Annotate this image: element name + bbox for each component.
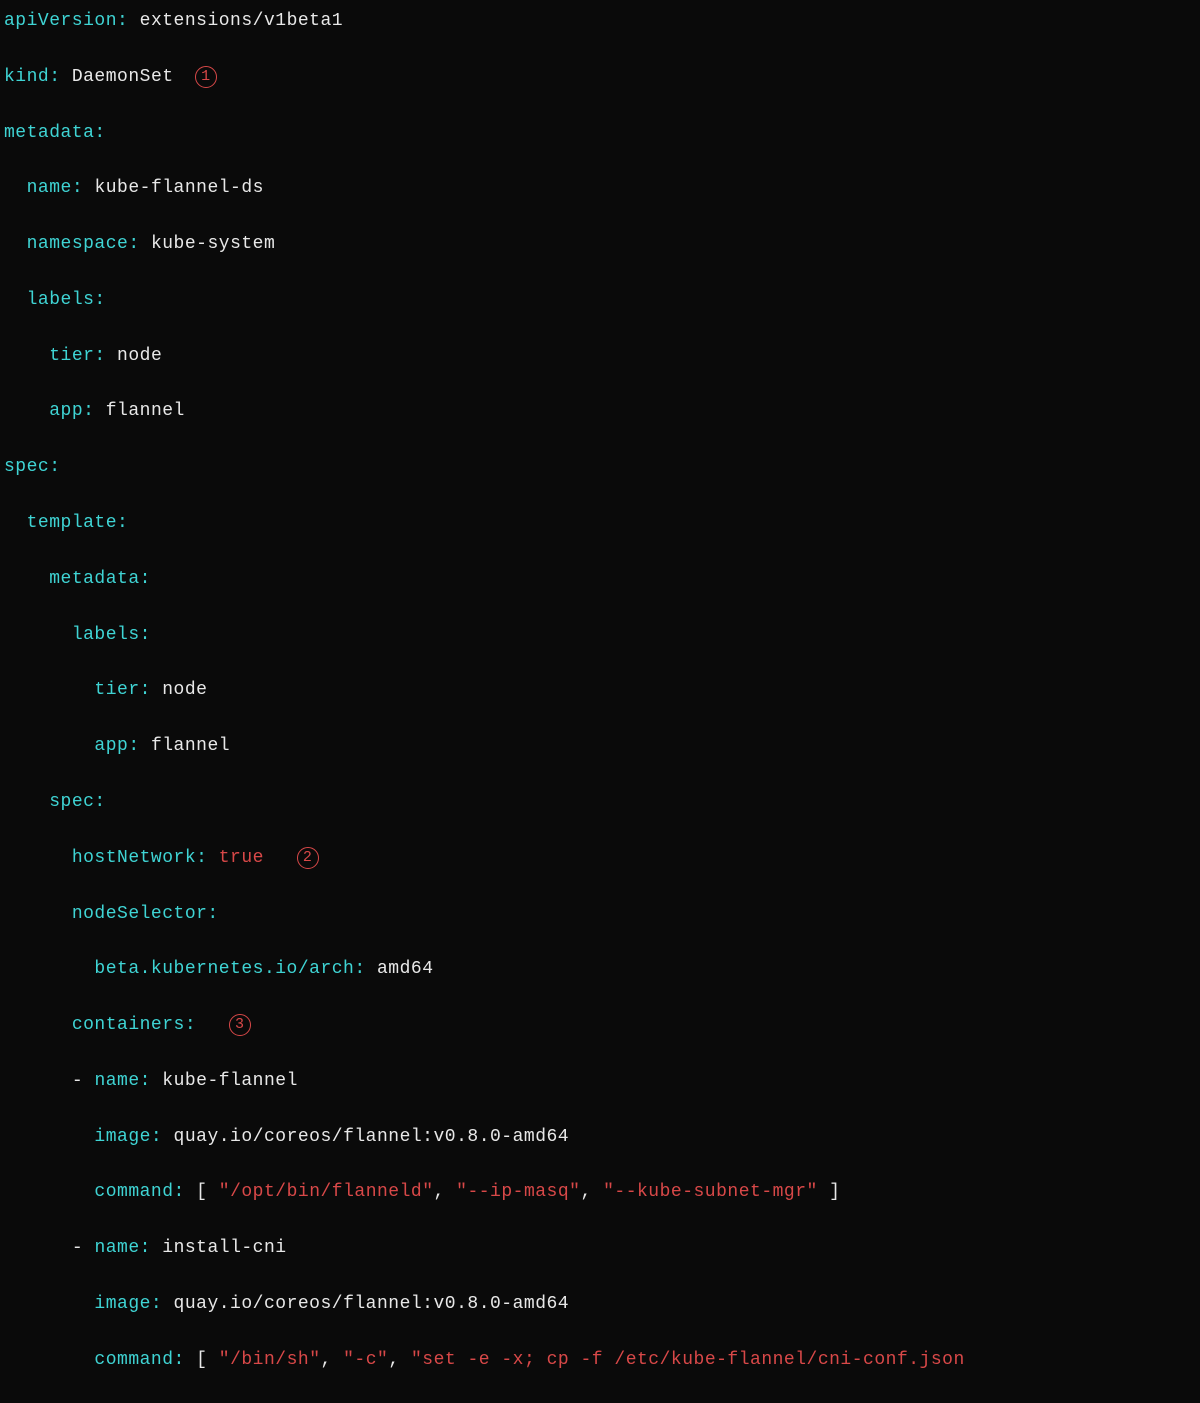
- key-kind: kind:: [4, 67, 61, 87]
- val-c2-name: install-cni: [162, 1238, 286, 1258]
- val-apiVersion: extensions/v1beta1: [140, 11, 343, 31]
- val-c1-image: quay.io/coreos/flannel:v0.8.0-amd64: [174, 1127, 570, 1147]
- list-dash: -: [72, 1071, 83, 1091]
- key-nodeSelector: nodeSelector:: [72, 904, 219, 924]
- key-template-app: app:: [94, 736, 139, 756]
- val-arch: amd64: [377, 959, 434, 979]
- key-template: template:: [27, 513, 129, 533]
- key-c2-command: command:: [94, 1350, 184, 1370]
- key-containers: containers:: [72, 1015, 196, 1035]
- yaml-code-block: apiVersion: extensions/v1beta1 kind: Dae…: [4, 8, 1196, 1403]
- c1-cmd-arg-2: "--kube-subnet-mgr": [603, 1182, 818, 1202]
- key-c1-command: command:: [94, 1182, 184, 1202]
- key-arch: beta.kubernetes.io/arch:: [94, 959, 365, 979]
- val-template-tier: node: [162, 680, 207, 700]
- key-c2-name: name:: [94, 1238, 151, 1258]
- key-template-tier: tier:: [94, 680, 151, 700]
- c1-cmd-arg-0: "/opt/bin/flanneld": [219, 1182, 434, 1202]
- key-labels: labels:: [27, 290, 106, 310]
- val-name: kube-flannel-ds: [94, 178, 264, 198]
- key-c1-image: image:: [94, 1127, 162, 1147]
- val-c2-image: quay.io/coreos/flannel:v0.8.0-amd64: [174, 1294, 570, 1314]
- val-namespace: kube-system: [151, 234, 275, 254]
- c2-cmd-arg-1: "-c": [343, 1350, 388, 1370]
- key-tier: tier:: [49, 346, 106, 366]
- key-metadata: metadata:: [4, 123, 106, 143]
- val-c1-name: kube-flannel: [162, 1071, 298, 1091]
- val-tier: node: [117, 346, 162, 366]
- c2-cmd-arg-2: "set -e -x; cp -f /etc/kube-flannel/cni-…: [411, 1350, 965, 1370]
- key-namespace: namespace:: [27, 234, 140, 254]
- c1-cmd-arg-1: "--ip-masq": [456, 1182, 580, 1202]
- val-hostNetwork: true: [219, 848, 264, 868]
- annotation-marker-1: 1: [195, 66, 217, 88]
- c2-cmd-arg-0: "/bin/sh": [219, 1350, 321, 1370]
- list-dash: -: [72, 1238, 83, 1258]
- key-template-labels: labels:: [72, 625, 151, 645]
- key-c2-image: image:: [94, 1294, 162, 1314]
- annotation-marker-2: 2: [297, 847, 319, 869]
- key-hostNetwork: hostNetwork:: [72, 848, 208, 868]
- key-app: app:: [49, 401, 94, 421]
- key-name: name:: [27, 178, 84, 198]
- key-template-spec: spec:: [49, 792, 106, 812]
- key-template-metadata: metadata:: [49, 569, 151, 589]
- key-apiVersion: apiVersion:: [4, 11, 128, 31]
- key-c1-name: name:: [94, 1071, 151, 1091]
- key-spec: spec:: [4, 457, 61, 477]
- val-kind: DaemonSet: [72, 67, 174, 87]
- val-app: flannel: [106, 401, 185, 421]
- annotation-marker-3: 3: [229, 1014, 251, 1036]
- val-template-app: flannel: [151, 736, 230, 756]
